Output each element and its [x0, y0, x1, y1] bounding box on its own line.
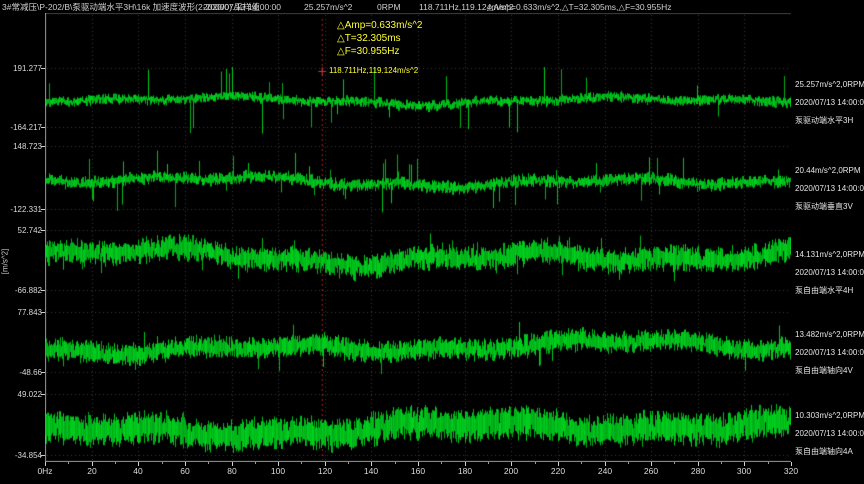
- x-axis-minor-tick: [628, 462, 629, 464]
- x-axis-tick-label: 60: [170, 467, 200, 476]
- trace-info-block: 14.131m/s^2,0RPM2020/07/13 14:00:00泵自由端水…: [795, 246, 864, 300]
- title-rpm: 0RPM: [377, 1, 401, 13]
- title-datetime: 2020/07/13 14:00:00: [203, 1, 281, 13]
- x-axis-tick-label: 40: [123, 467, 153, 476]
- x-axis-tick: [325, 462, 326, 466]
- y-axis-tick-label: -34.854: [0, 451, 42, 460]
- y-axis-tick-label: -122.331: [0, 205, 42, 214]
- waveform-canvas[interactable]: [45, 13, 791, 462]
- y-axis-tick-label: 77.843: [0, 308, 42, 317]
- trace-info-block: 20.44m/s^2,0RPM2020/07/13 14:00:00泵驱动端垂直…: [795, 162, 864, 216]
- trace-datetime: 2020/07/13 14:00:00: [795, 425, 864, 443]
- x-axis-minor-tick: [301, 462, 302, 464]
- x-axis-tick-label: 160: [403, 467, 433, 476]
- trace-peak-value: 14.131m/s^2,0RPM: [795, 246, 864, 264]
- x-axis-tick-label: 320: [776, 467, 806, 476]
- x-axis-tick: [511, 462, 512, 466]
- x-axis-tick: [185, 462, 186, 466]
- y-axis-tick-label: 49.022: [0, 390, 42, 399]
- x-axis-tick: [371, 462, 372, 466]
- app-window: { "title_bar": { "path": "3#常减压\\P-202/B…: [0, 0, 864, 484]
- title-bar: 3#常减压\P-202/B\泵驱动端水平3H\16k 加速度波形(2-20000…: [0, 0, 864, 13]
- delta-time-line: △T=32.305ms: [337, 32, 422, 45]
- x-axis-minor-tick: [441, 462, 442, 464]
- x-axis-minor-tick: [348, 462, 349, 464]
- delta-annotation: △Amp=0.633m/s^2 △T=32.305ms △F=30.955Hz: [337, 19, 422, 58]
- x-axis-tick-label: 140: [356, 467, 386, 476]
- x-axis-tick-label: 220: [543, 467, 573, 476]
- trace-datetime: 2020/07/13 14:00:00: [795, 94, 864, 112]
- x-axis-tick: [45, 462, 46, 466]
- delta-freq-line: △F=30.955Hz: [337, 45, 422, 58]
- cursor-readout-label: 118.711Hz,119.124m/s^2: [329, 66, 418, 75]
- trace-peak-value: 13.482m/s^2,0RPM: [795, 326, 864, 344]
- y-axis-unit-label: [m/s^2]: [1, 241, 10, 283]
- waveform-plot: △Amp=0.633m/s^2 △T=32.305ms △F=30.955Hz …: [45, 13, 791, 462]
- x-axis-minor-tick: [162, 462, 163, 464]
- x-axis-minor-tick: [721, 462, 722, 464]
- x-axis-tick-label: 180: [450, 467, 480, 476]
- x-axis-minor-tick: [395, 462, 396, 464]
- x-axis-tick: [465, 462, 466, 466]
- x-axis-tick-label: 120: [310, 467, 340, 476]
- y-axis-tick-label: 148.723: [0, 142, 42, 151]
- trace-peak-value: 25.257m/s^2,0RPM: [795, 76, 864, 94]
- x-axis-minor-tick: [255, 462, 256, 464]
- x-axis-minor-tick: [115, 462, 116, 464]
- x-axis-tick-label: 100: [263, 467, 293, 476]
- trace-channel-name: 泵自由端水平4H: [795, 282, 864, 300]
- x-axis-minor-tick: [68, 462, 69, 464]
- x-axis-tick-label: 240: [590, 467, 620, 476]
- trace-info-block: 10.303m/s^2,0RPM2020/07/13 14:00:00泵自由端轴…: [795, 407, 864, 461]
- x-axis-minor-tick: [208, 462, 209, 464]
- x-axis-tick: [651, 462, 652, 466]
- x-axis-minor-tick: [488, 462, 489, 464]
- y-axis-tick-label: -66.882: [0, 286, 42, 295]
- trace-channel-name: 泵驱动端垂直3V: [795, 198, 864, 216]
- title-amplitude: 25.257m/s^2: [304, 1, 352, 13]
- y-axis-tick-label: 52.742: [0, 226, 42, 235]
- trace-channel-name: 泵自由端轴向4A: [795, 443, 864, 461]
- x-axis-tick: [791, 462, 792, 466]
- title-delta-readout: △Amp=0.633m/s^2,△T=32.305ms,△F=30.955Hz: [487, 1, 671, 13]
- x-axis-tick: [605, 462, 606, 466]
- x-axis-tick-label: 0Hz: [30, 467, 60, 476]
- trace-datetime: 2020/07/13 14:00:00: [795, 180, 864, 198]
- trace-datetime: 2020/07/13 14:00:00: [795, 264, 864, 282]
- x-axis-tick-label: 280: [683, 467, 713, 476]
- x-axis-tick: [92, 462, 93, 466]
- x-axis-tick-label: 300: [729, 467, 759, 476]
- trace-channel-name: 泵自由端轴向4V: [795, 362, 864, 380]
- x-axis-minor-tick: [581, 462, 582, 464]
- x-axis-tick: [138, 462, 139, 466]
- x-axis-tick-label: 80: [217, 467, 247, 476]
- trace-info-block: 25.257m/s^2,0RPM2020/07/13 14:00:00泵驱动端水…: [795, 76, 864, 130]
- x-axis-tick-label: 200: [496, 467, 526, 476]
- x-axis-tick: [744, 462, 745, 466]
- trace-info-block: 13.482m/s^2,0RPM2020/07/13 14:00:00泵自由端轴…: [795, 326, 864, 380]
- y-axis-tick-label: -164.217: [0, 123, 42, 132]
- trace-peak-value: 20.44m/s^2,0RPM: [795, 162, 864, 180]
- trace-channel-name: 泵驱动端水平3H: [795, 112, 864, 130]
- x-axis-tick: [232, 462, 233, 466]
- x-axis-tick: [698, 462, 699, 466]
- x-axis-minor-tick: [674, 462, 675, 464]
- x-axis-tick: [278, 462, 279, 466]
- delta-amp-line: △Amp=0.633m/s^2: [337, 19, 422, 32]
- x-axis-minor-tick: [768, 462, 769, 464]
- y-axis-tick-label: 191.277: [0, 64, 42, 73]
- x-axis-tick: [558, 462, 559, 466]
- trace-datetime: 2020/07/13 14:00:00: [795, 344, 864, 362]
- trace-peak-value: 10.303m/s^2,0RPM: [795, 407, 864, 425]
- x-axis-tick-label: 260: [636, 467, 666, 476]
- y-axis-tick-label: -48.66: [0, 368, 42, 377]
- x-axis-minor-tick: [535, 462, 536, 464]
- x-axis-tick: [418, 462, 419, 466]
- x-axis-tick-label: 20: [77, 467, 107, 476]
